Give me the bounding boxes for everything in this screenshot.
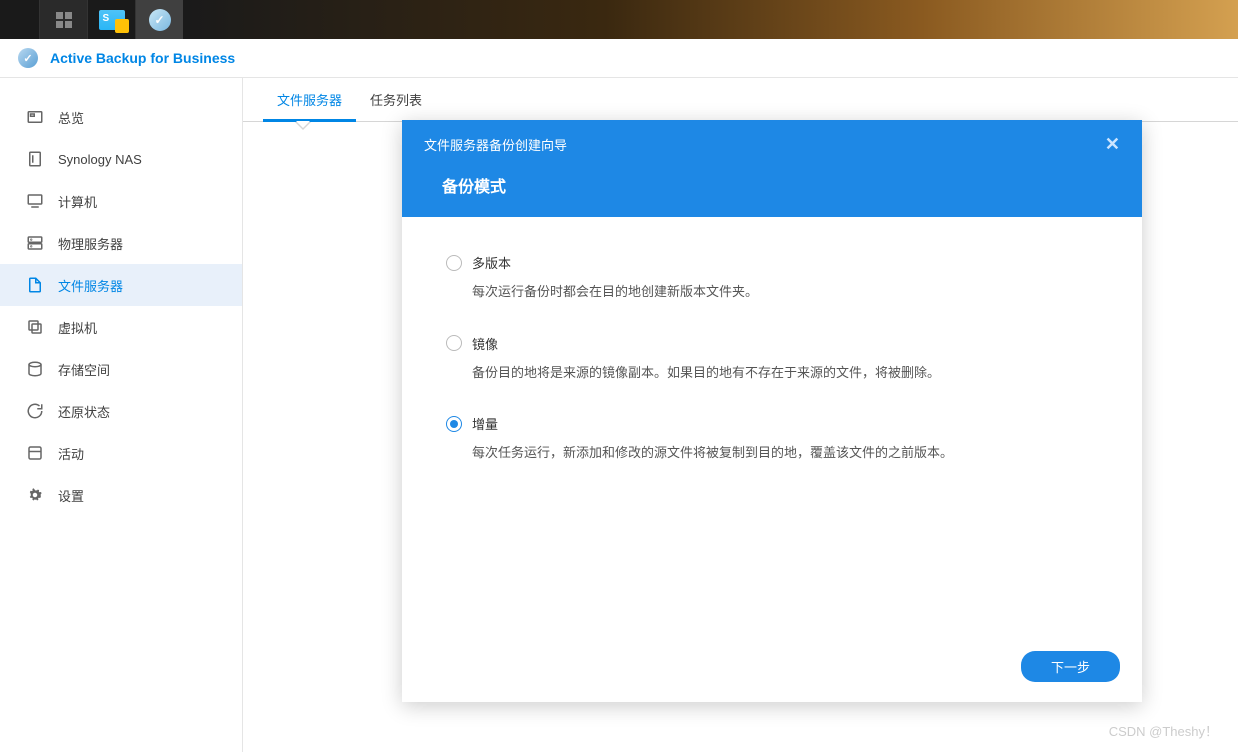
sidebar-label: 设置 (58, 486, 84, 505)
radio-multi-version[interactable]: 多版本 (446, 253, 1098, 272)
radio-option-incremental: 增量 每次任务运行，新添加和修改的源文件将被复制到目的地，覆盖该文件的之前版本。 (446, 414, 1098, 463)
file-server-icon (26, 276, 44, 294)
app-logo-icon (18, 48, 38, 68)
server-icon (26, 234, 44, 252)
sidebar-item-computer[interactable]: 计算机 (0, 180, 242, 222)
radio-icon (446, 255, 462, 271)
nas-icon (26, 150, 44, 168)
apps-grid-icon (56, 12, 72, 28)
taskbar-banner (183, 0, 1238, 39)
sidebar-item-vm[interactable]: 虚拟机 (0, 306, 242, 348)
radio-icon (446, 335, 462, 351)
taskbar-apps-button[interactable] (39, 0, 87, 39)
storage-icon (26, 360, 44, 378)
radio-mirror[interactable]: 镜像 (446, 334, 1098, 353)
backup-app-icon: ✓ (149, 9, 171, 31)
taskbar-spacer (0, 0, 39, 39)
sidebar-label: 活动 (58, 444, 84, 463)
radio-option-multi-version: 多版本 每次运行备份时都会在目的地创建新版本文件夹。 (446, 253, 1098, 302)
modal-header: 文件服务器备份创建向导 ✕ 备份模式 (402, 120, 1142, 217)
radio-incremental[interactable]: 增量 (446, 414, 1098, 433)
folder-icon (99, 10, 125, 30)
sidebar-item-overview[interactable]: 总览 (0, 96, 242, 138)
radio-label: 多版本 (472, 253, 511, 272)
sidebar-label: 物理服务器 (58, 234, 123, 253)
sidebar-item-settings[interactable]: 设置 (0, 474, 242, 516)
sidebar-item-activity[interactable]: 活动 (0, 432, 242, 474)
modal-title: 文件服务器备份创建向导 (424, 135, 567, 154)
restore-icon (26, 402, 44, 420)
sidebar-label: Synology NAS (58, 152, 142, 167)
close-icon[interactable]: ✕ (1105, 134, 1120, 155)
vm-icon (26, 318, 44, 336)
tab-active-pointer (295, 122, 311, 130)
sidebar-label: 总览 (58, 108, 84, 127)
radio-option-mirror: 镜像 备份目的地将是来源的镜像副本。如果目的地有不存在于来源的文件，将被删除。 (446, 334, 1098, 383)
wizard-modal: 文件服务器备份创建向导 ✕ 备份模式 多版本 每次运行备份时都会在目的地创建新版… (402, 120, 1142, 702)
sidebar-label: 还原状态 (58, 402, 110, 421)
radio-desc: 备份目的地将是来源的镜像副本。如果目的地有不存在于来源的文件，将被删除。 (472, 363, 1098, 383)
app-title: Active Backup for Business (50, 50, 235, 66)
sidebar-item-restore-status[interactable]: 还原状态 (0, 390, 242, 432)
sidebar-label: 存储空间 (58, 360, 110, 379)
sidebar-item-physical-server[interactable]: 物理服务器 (0, 222, 242, 264)
sidebar: 总览 Synology NAS 计算机 物理服务器 文件服务器 虚拟机 存储空间 (0, 78, 243, 752)
taskbar-app-2[interactable]: ✓ (135, 0, 183, 39)
radio-desc: 每次任务运行，新添加和修改的源文件将被复制到目的地，覆盖该文件的之前版本。 (472, 443, 1098, 463)
modal-subtitle: 备份模式 (424, 173, 1120, 197)
radio-desc: 每次运行备份时都会在目的地创建新版本文件夹。 (472, 282, 1098, 302)
tab-file-server[interactable]: 文件服务器 (263, 80, 356, 121)
sidebar-label: 计算机 (58, 192, 97, 211)
taskbar-app-1[interactable] (87, 0, 135, 39)
sidebar-label: 虚拟机 (58, 318, 97, 337)
tabs: 文件服务器 任务列表 (243, 78, 1238, 122)
activity-icon (26, 444, 44, 462)
sidebar-item-storage[interactable]: 存储空间 (0, 348, 242, 390)
gear-icon (26, 486, 44, 504)
radio-label: 增量 (472, 414, 498, 433)
watermark: CSDN @Theshy！ (1109, 721, 1218, 740)
computer-icon (26, 192, 44, 210)
modal-body: 多版本 每次运行备份时都会在目的地创建新版本文件夹。 镜像 备份目的地将是来源的… (402, 217, 1142, 637)
sidebar-label: 文件服务器 (58, 276, 123, 295)
app-header: Active Backup for Business (0, 39, 1238, 78)
next-button[interactable]: 下一步 (1021, 651, 1120, 682)
taskbar: ✓ (0, 0, 1238, 39)
tab-task-list[interactable]: 任务列表 (356, 80, 436, 121)
overview-icon (26, 108, 44, 126)
radio-label: 镜像 (472, 334, 498, 353)
sidebar-item-file-server[interactable]: 文件服务器 (0, 264, 242, 306)
modal-footer: 下一步 (402, 637, 1142, 702)
sidebar-item-synology-nas[interactable]: Synology NAS (0, 138, 242, 180)
radio-icon (446, 416, 462, 432)
